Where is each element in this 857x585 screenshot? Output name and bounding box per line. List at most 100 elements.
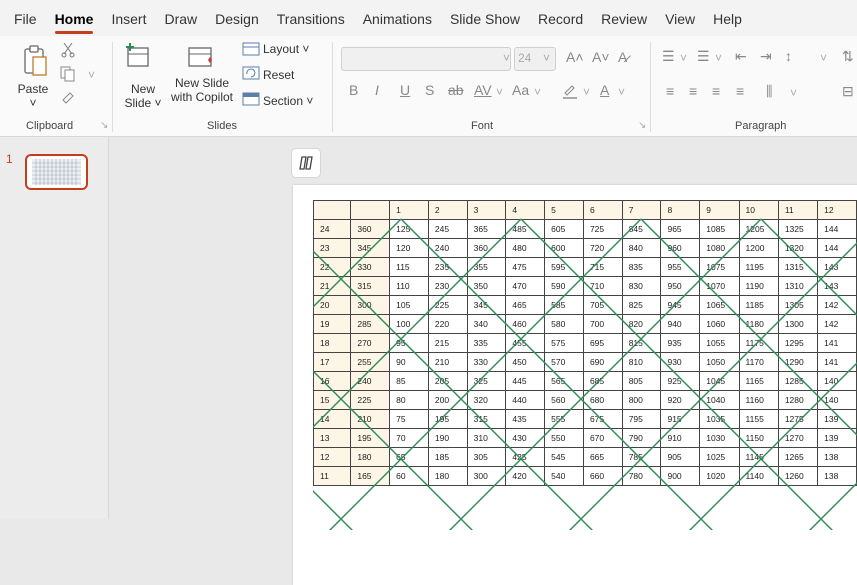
- table-cell[interactable]: 315: [350, 276, 391, 296]
- table-cell[interactable]: 1065: [699, 295, 740, 315]
- table-cell[interactable]: 80: [389, 390, 429, 410]
- table-header-cell[interactable]: 7: [621, 200, 662, 220]
- table-cell[interactable]: 1050: [699, 352, 740, 372]
- bold-button[interactable]: B: [349, 82, 358, 98]
- table-cell[interactable]: 1055: [699, 333, 740, 353]
- table-cell[interactable]: 120: [389, 238, 429, 258]
- font-launcher-icon[interactable]: ↘: [638, 120, 646, 131]
- table-cell[interactable]: 210: [427, 352, 468, 372]
- menu-design[interactable]: Design: [206, 0, 268, 36]
- table-cell[interactable]: 1080: [699, 238, 740, 258]
- table-cell[interactable]: 60: [389, 466, 429, 486]
- table-cell[interactable]: 1155: [738, 409, 779, 429]
- table-cell[interactable]: 1175: [738, 333, 779, 353]
- table-cell[interactable]: 840: [621, 238, 662, 258]
- menu-animations[interactable]: Animations: [354, 0, 441, 36]
- align-text-icon[interactable]: ⊟: [842, 83, 854, 100]
- table-cell[interactable]: 320: [466, 390, 507, 410]
- menu-record[interactable]: Record: [529, 0, 592, 36]
- grow-font-icon[interactable]: A˄: [566, 49, 584, 65]
- table-cell[interactable]: 460: [505, 314, 546, 334]
- table-cell[interactable]: 144: [817, 238, 857, 258]
- table-cell[interactable]: 141: [817, 352, 857, 372]
- line-spacing-icon[interactable]: ↕: [785, 48, 792, 64]
- table-cell[interactable]: 16: [312, 371, 352, 391]
- table-cell[interactable]: 715: [582, 257, 623, 277]
- table-cell[interactable]: 1260: [777, 466, 819, 486]
- table-cell[interactable]: 345: [350, 238, 391, 258]
- table-cell[interactable]: 825: [621, 295, 662, 315]
- table-cell[interactable]: 585: [544, 295, 584, 315]
- slide-thumbnail[interactable]: [25, 154, 88, 190]
- table-cell[interactable]: 1195: [738, 257, 779, 277]
- table-cell[interactable]: 550: [544, 428, 584, 448]
- table-header-cell[interactable]: 1: [389, 200, 429, 220]
- table-cell[interactable]: 1040: [699, 390, 740, 410]
- table-cell[interactable]: 965: [660, 219, 701, 239]
- increase-indent-icon[interactable]: ⇥: [760, 48, 772, 65]
- table-cell[interactable]: 940: [660, 314, 701, 334]
- table-cell[interactable]: 800: [621, 390, 662, 410]
- table-header-cell[interactable]: 6: [582, 200, 623, 220]
- table-header-cell[interactable]: 11: [777, 200, 819, 220]
- table-cell[interactable]: 785: [621, 447, 662, 467]
- table-cell[interactable]: 210: [350, 409, 391, 429]
- table-cell[interactable]: 140: [817, 371, 857, 391]
- highlight-icon[interactable]: [561, 82, 579, 100]
- menu-file[interactable]: File: [0, 0, 46, 36]
- table-cell[interactable]: 330: [466, 352, 507, 372]
- table-cell[interactable]: 1070: [699, 276, 740, 296]
- table-header-cell[interactable]: [312, 200, 352, 220]
- table-cell[interactable]: 720: [582, 238, 623, 258]
- table-cell[interactable]: 20: [312, 295, 352, 315]
- table-cell[interactable]: 950: [660, 276, 701, 296]
- table-cell[interactable]: 1290: [777, 352, 819, 372]
- table-cell[interactable]: 810: [621, 352, 662, 372]
- italic-button[interactable]: I: [375, 82, 379, 98]
- copy-icon[interactable]: [60, 66, 76, 82]
- font-name-dropdown-icon[interactable]: ˅: [503, 51, 510, 65]
- clear-format-icon[interactable]: A̷: [618, 49, 627, 65]
- table-cell[interactable]: 143: [817, 257, 857, 277]
- table-cell[interactable]: 930: [660, 352, 701, 372]
- new-slide-button[interactable]: New Slide ˅: [120, 82, 166, 110]
- table-cell[interactable]: 900: [660, 466, 701, 486]
- table-cell[interactable]: 95: [389, 333, 429, 353]
- numbering-icon[interactable]: ☰: [697, 48, 710, 65]
- table-cell[interactable]: 141: [817, 333, 857, 353]
- table-cell[interactable]: 710: [582, 276, 623, 296]
- table-cell[interactable]: 165: [350, 466, 391, 486]
- table-cell[interactable]: 560: [544, 390, 584, 410]
- table-cell[interactable]: 365: [466, 219, 507, 239]
- table-cell[interactable]: 13: [312, 428, 352, 448]
- font-color-icon[interactable]: A: [600, 82, 609, 98]
- table-cell[interactable]: 960: [660, 238, 701, 258]
- table-cell[interactable]: 142: [817, 295, 857, 315]
- table-header-cell[interactable]: 5: [544, 200, 584, 220]
- table-cell[interactable]: 1310: [777, 276, 819, 296]
- table-cell[interactable]: 805: [621, 371, 662, 391]
- table-cell[interactable]: 19: [312, 314, 352, 334]
- table-cell[interactable]: 830: [621, 276, 662, 296]
- table-cell[interactable]: 225: [427, 295, 468, 315]
- table-cell[interactable]: 690: [582, 352, 623, 372]
- table-cell[interactable]: 700: [582, 314, 623, 334]
- table-cell[interactable]: 1300: [777, 314, 819, 334]
- table-cell[interactable]: 1205: [738, 219, 779, 239]
- table-cell[interactable]: 445: [505, 371, 546, 391]
- table-cell[interactable]: 945: [660, 295, 701, 315]
- table-cell[interactable]: 300: [350, 295, 391, 315]
- table-cell[interactable]: 315: [466, 409, 507, 429]
- table-cell[interactable]: 24: [312, 219, 352, 239]
- table-cell[interactable]: 1200: [738, 238, 779, 258]
- table-cell[interactable]: 1075: [699, 257, 740, 277]
- numbering-dropdown-icon[interactable]: ˅: [715, 51, 722, 65]
- table-cell[interactable]: 1325: [777, 219, 819, 239]
- table-cell[interactable]: 725: [582, 219, 623, 239]
- menu-help[interactable]: Help: [704, 0, 751, 36]
- table-cell[interactable]: 90: [389, 352, 429, 372]
- table-cell[interactable]: 790: [621, 428, 662, 448]
- table-cell[interactable]: 485: [505, 219, 546, 239]
- line-spacing-dropdown-icon[interactable]: ˅: [820, 51, 827, 65]
- table-cell[interactable]: 180: [427, 466, 468, 486]
